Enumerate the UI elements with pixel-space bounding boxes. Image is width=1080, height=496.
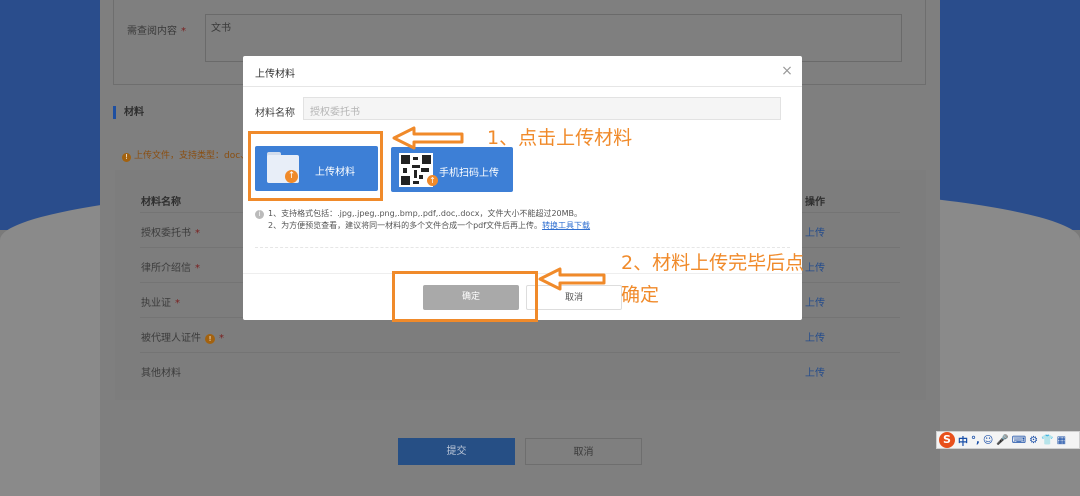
dialog-title: 上传材料: [255, 69, 295, 80]
highlight-upload-box: [248, 131, 383, 201]
row-label: 其他材料: [141, 368, 181, 379]
mobile-scan-upload-label: 手机扫码上传: [439, 168, 499, 179]
dialog-divider: [255, 247, 790, 248]
submit-button[interactable]: 提交: [398, 438, 515, 465]
ime-toolbox-icon[interactable]: ▦: [1057, 435, 1066, 446]
highlight-confirm-box: [392, 271, 538, 322]
row-upload-link[interactable]: 上传: [805, 224, 825, 239]
page-cancel-button[interactable]: 取消: [525, 438, 642, 465]
ime-emoji-icon[interactable]: ☺: [983, 435, 993, 446]
col-header-action: 操作: [805, 197, 825, 208]
warning-icon: !: [122, 153, 131, 162]
ime-settings-icon[interactable]: ⚙: [1029, 435, 1038, 446]
row-upload-link[interactable]: 上传: [805, 259, 825, 274]
row-label: 律所介绍信 *: [141, 263, 200, 274]
arrow-left-icon: [392, 126, 464, 150]
ime-skin-icon[interactable]: 👕: [1041, 435, 1053, 446]
step1-annotation: 1、点击上传材料: [487, 127, 633, 149]
upload-tip: ! 上传文件，支持类型：doc、: [122, 148, 249, 162]
step2-annotation-line1: 2、材料上传完毕后点: [621, 252, 805, 274]
query-content-field[interactable]: 文书: [205, 14, 902, 62]
material-name-label: 材料名称: [255, 108, 295, 119]
close-icon[interactable]: ×: [780, 64, 794, 78]
material-name-input[interactable]: 授权委托书: [303, 97, 781, 120]
row-upload-link[interactable]: 上传: [805, 294, 825, 309]
row-upload-link[interactable]: 上传: [805, 329, 825, 344]
converter-download-link[interactable]: 转换工具下载: [542, 221, 590, 230]
info-icon: i: [255, 210, 264, 219]
row-label: 授权委托书 *: [141, 228, 200, 239]
ime-toolbar[interactable]: S 中 °, ☺ 🎤 ⌨ ⚙ 👕 ▦: [936, 431, 1080, 449]
row-label: 执业证 *: [141, 298, 180, 309]
upload-notes: i 1、支持格式包括：.jpg,.jpeg,.png,.bmp,.pdf,.doc…: [255, 208, 590, 232]
upload-arrow-icon: ↑: [427, 175, 438, 186]
col-header-name: 材料名称: [141, 197, 181, 208]
query-label: 需查阅内容 *: [127, 26, 186, 37]
section-title: 材料: [113, 106, 144, 119]
ime-voice-icon[interactable]: 🎤: [996, 435, 1008, 446]
table-row: [140, 317, 900, 352]
dialog-header: 上传材料 ×: [243, 56, 802, 87]
row-label: 被代理人证件! *: [141, 333, 224, 344]
row-upload-link[interactable]: 上传: [805, 364, 825, 379]
ime-punctuation-icon[interactable]: °,: [971, 435, 980, 446]
mobile-scan-upload-button[interactable]: ↑ 手机扫码上传: [391, 147, 513, 192]
warning-icon[interactable]: !: [205, 334, 215, 344]
step2-annotation-line2: 确定: [621, 284, 660, 306]
ime-chinese-mode[interactable]: 中: [958, 433, 968, 448]
ime-logo-icon[interactable]: S: [939, 432, 955, 448]
arrow-left-icon: [538, 267, 606, 291]
ime-keyboard-icon[interactable]: ⌨: [1012, 435, 1026, 446]
table-row: [140, 352, 900, 387]
